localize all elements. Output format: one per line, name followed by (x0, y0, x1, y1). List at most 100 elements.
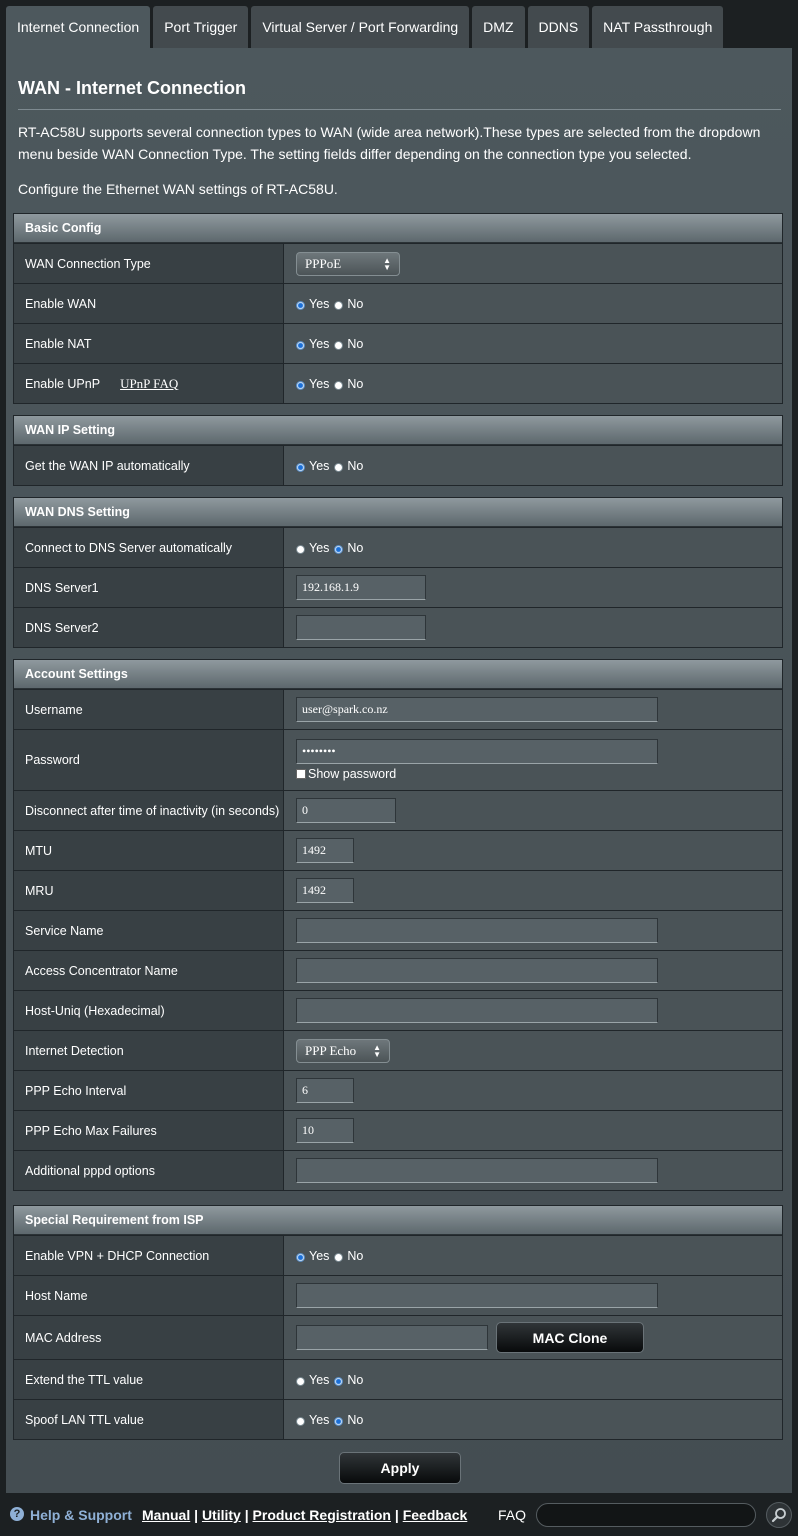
main-panel: WAN - Internet Connection RT-AC58U suppo… (6, 48, 792, 1493)
section-header: WAN IP Setting (14, 416, 782, 445)
tab-nat-passthrough[interactable]: NAT Passthrough (592, 6, 724, 48)
label: Username (14, 690, 284, 729)
search-button[interactable] (766, 1502, 792, 1528)
vpn-dhcp-no-radio[interactable] (334, 1253, 344, 1262)
mru-input[interactable]: 1492 (296, 878, 354, 903)
label: Enable VPN + DHCP Connection (14, 1236, 284, 1275)
manual-link[interactable]: Manual (142, 1507, 190, 1523)
search-icon (771, 1508, 786, 1523)
mac-address-input[interactable] (296, 1325, 488, 1350)
row-enable-upnp: Enable UPnP UPnP FAQ Yes No (14, 363, 782, 403)
page-description: RT-AC58U supports several connection typ… (18, 124, 761, 162)
label: MRU (14, 871, 284, 910)
radio-label-yes: Yes (309, 336, 330, 351)
label: Extend the TTL value (14, 1360, 284, 1399)
spoof-ttl-yes-radio[interactable] (296, 1417, 305, 1426)
row-enable-wan: Enable WAN Yes No (14, 283, 782, 323)
row-mac-address: MAC Address MAC Clone (14, 1315, 782, 1359)
password-input[interactable]: •••••••• (296, 739, 658, 764)
extend-ttl-yes-radio[interactable] (296, 1377, 305, 1386)
label: DNS Server2 (14, 608, 284, 647)
label: PPP Echo Max Failures (14, 1111, 284, 1150)
section-account-settings: Account Settings Username user@spark.co.… (13, 659, 783, 1191)
radio-label-no: No (347, 1412, 364, 1427)
tab-port-trigger[interactable]: Port Trigger (153, 6, 249, 48)
select-arrows-icon: ▲ ▼ (383, 255, 391, 272)
row-ppp-echo-interval: PPP Echo Interval 6 (14, 1070, 782, 1110)
radio-label-no: No (347, 458, 364, 473)
mac-clone-button[interactable]: MAC Clone (496, 1322, 644, 1353)
enable-upnp-no-radio[interactable] (334, 381, 344, 390)
section-header: Account Settings (14, 660, 782, 689)
dns-auto-yes-radio[interactable] (296, 545, 305, 554)
label: Host-Uniq (Hexadecimal) (14, 991, 284, 1030)
row-pppd-options: Additional pppd options (14, 1150, 782, 1190)
tab-dmz[interactable]: DMZ (472, 6, 525, 48)
label: PPP Echo Interval (14, 1071, 284, 1110)
host-uniq-input[interactable] (296, 998, 658, 1023)
idle-timeout-input[interactable]: 0 (296, 798, 396, 823)
row-password: Password •••••••• Show password (14, 729, 782, 790)
access-concentrator-input[interactable] (296, 958, 658, 983)
tab-ddns[interactable]: DDNS (527, 6, 590, 48)
section-wan-dns: WAN DNS Setting Connect to DNS Server au… (13, 497, 783, 648)
enable-wan-yes-radio[interactable] (296, 301, 305, 310)
extend-ttl-no-radio[interactable] (334, 1377, 344, 1386)
label: Connect to DNS Server automatically (14, 528, 284, 567)
label: Password (14, 730, 284, 790)
radio-label-yes: Yes (309, 1412, 330, 1427)
show-password-checkbox[interactable] (296, 769, 306, 779)
tab-virtual-server[interactable]: Virtual Server / Port Forwarding (251, 6, 470, 48)
label: Host Name (14, 1276, 284, 1315)
help-support-link[interactable]: Help & Support (30, 1507, 132, 1523)
enable-nat-yes-radio[interactable] (296, 341, 305, 350)
enable-nat-no-radio[interactable] (334, 341, 344, 350)
wan-connection-type-select[interactable]: PPPoE ▲ ▼ (296, 251, 400, 276)
row-ppp-echo-max-failures: PPP Echo Max Failures 10 (14, 1110, 782, 1150)
row-service-name: Service Name (14, 910, 782, 950)
help-icon: ? (10, 1507, 24, 1521)
radio-label-yes: Yes (309, 458, 330, 473)
tab-internet-connection[interactable]: Internet Connection (6, 6, 151, 48)
internet-detection-select[interactable]: PPP Echo ▲ ▼ (296, 1038, 390, 1063)
label: MTU (14, 831, 284, 870)
section-header: Basic Config (14, 214, 782, 243)
mtu-input[interactable]: 1492 (296, 838, 354, 863)
service-name-input[interactable] (296, 918, 658, 943)
radio-label-yes: Yes (309, 376, 330, 391)
select-value: PPPoE (305, 255, 342, 271)
label: Get the WAN IP automatically (14, 446, 284, 485)
pppd-options-input[interactable] (296, 1158, 658, 1183)
label: MAC Address (14, 1316, 284, 1359)
row-mtu: MTU 1492 (14, 830, 782, 870)
tab-bar: Internet Connection Port Trigger Virtual… (6, 6, 724, 48)
label: Service Name (14, 911, 284, 950)
faq-search-input[interactable] (536, 1503, 756, 1527)
feedback-link[interactable]: Feedback (403, 1507, 468, 1523)
apply-button[interactable]: Apply (339, 1452, 461, 1484)
label: Internet Detection (14, 1031, 284, 1070)
wan-ip-auto-no-radio[interactable] (334, 463, 344, 472)
dns-auto-no-radio[interactable] (334, 545, 344, 554)
host-name-input[interactable] (296, 1283, 658, 1308)
radio-label-yes: Yes (309, 296, 330, 311)
enable-wan-no-radio[interactable] (334, 301, 344, 310)
ppp-echo-max-failures-input[interactable]: 10 (296, 1118, 354, 1143)
upnp-faq-link[interactable]: UPnP FAQ (120, 376, 178, 392)
vpn-dhcp-yes-radio[interactable] (296, 1253, 305, 1262)
wan-ip-auto-yes-radio[interactable] (296, 463, 305, 472)
dns-server2-input[interactable] (296, 615, 426, 640)
section-basic-config: Basic Config WAN Connection Type PPPoE ▲… (13, 213, 783, 404)
product-registration-link[interactable]: Product Registration (253, 1507, 391, 1523)
utility-link[interactable]: Utility (202, 1507, 241, 1523)
row-enable-nat: Enable NAT Yes No (14, 323, 782, 363)
dns-server1-input[interactable]: 192.168.1.9 (296, 575, 426, 600)
row-access-concentrator: Access Concentrator Name (14, 950, 782, 990)
spoof-ttl-no-radio[interactable] (334, 1417, 344, 1426)
footer-links: Manual | Utility | Product Registration … (142, 1507, 468, 1523)
ppp-echo-interval-input[interactable]: 6 (296, 1078, 354, 1103)
radio-label-yes: Yes (309, 1248, 330, 1263)
enable-upnp-yes-radio[interactable] (296, 381, 305, 390)
row-username: Username user@spark.co.nz (14, 689, 782, 729)
username-input[interactable]: user@spark.co.nz (296, 697, 658, 722)
